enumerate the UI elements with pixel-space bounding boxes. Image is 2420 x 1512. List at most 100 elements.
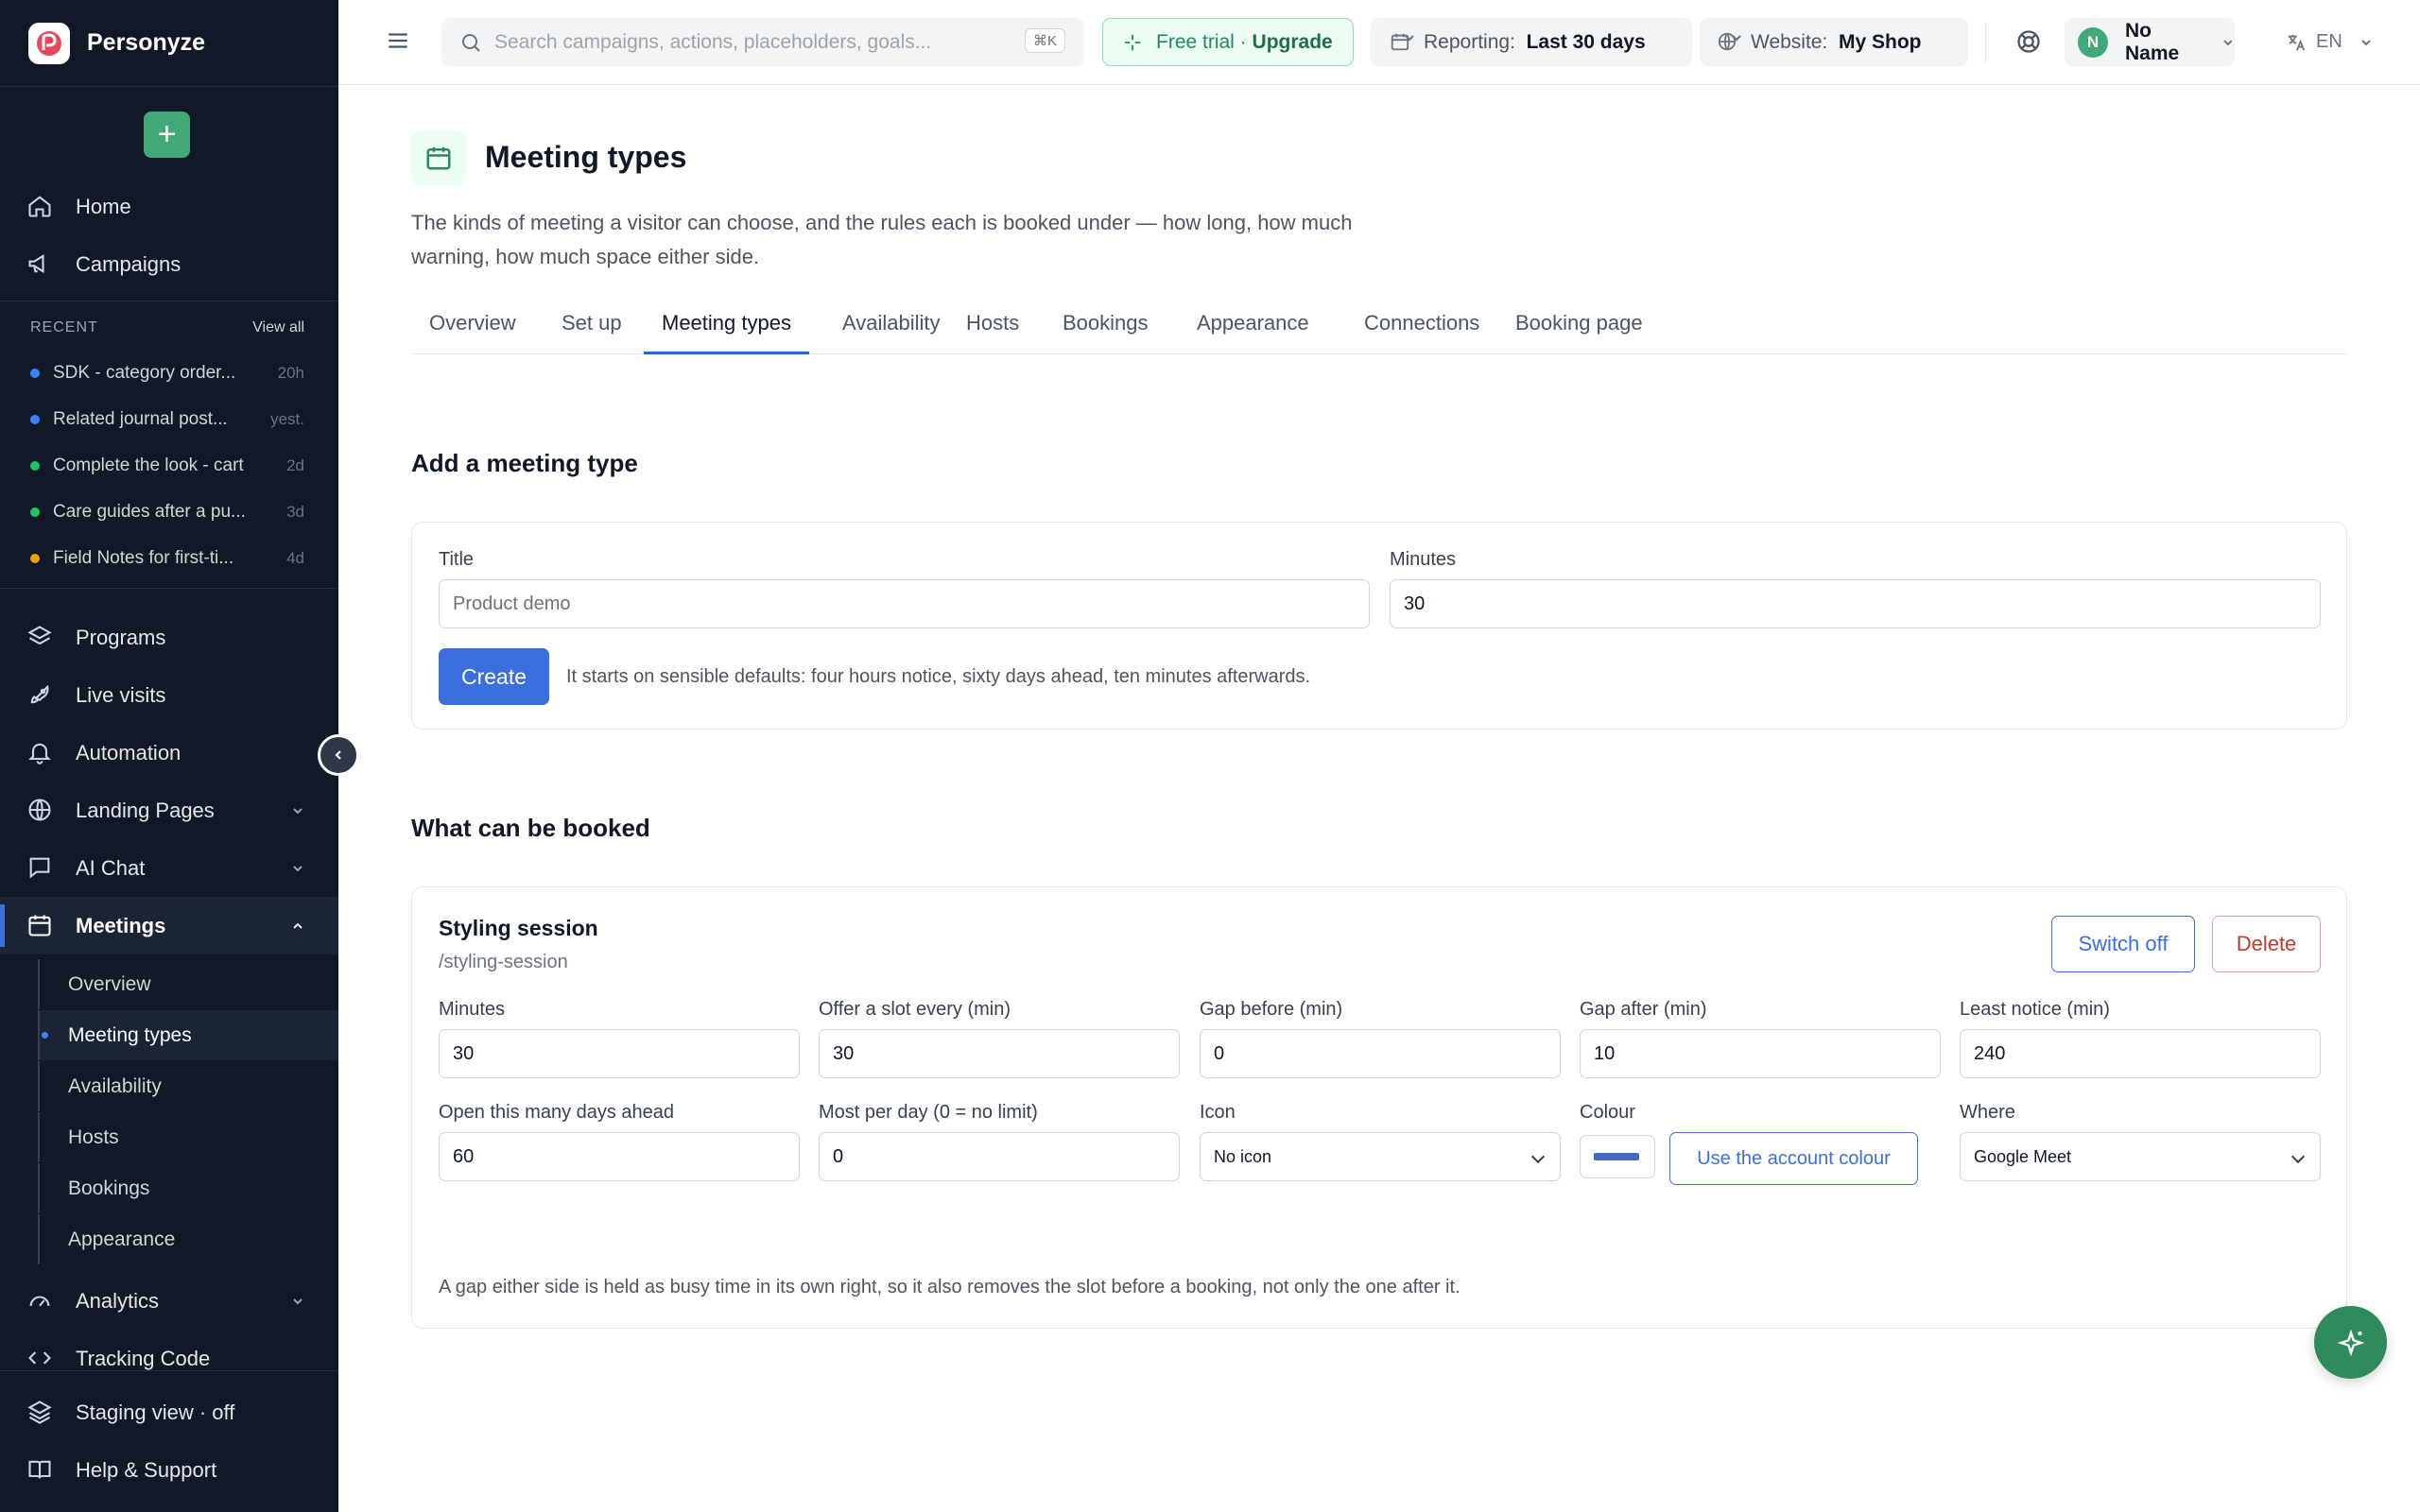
tab-appearance[interactable]: Appearance (1179, 305, 1327, 354)
sidebar-subitem-meeting-types[interactable]: Meeting types (38, 1010, 338, 1060)
view-all-link[interactable]: View all (252, 319, 304, 336)
user-menu[interactable]: N No Name (2065, 18, 2235, 66)
menu-button[interactable] (386, 28, 410, 58)
tab-set-up[interactable]: Set up (544, 305, 640, 354)
collapse-sidebar-button[interactable] (318, 734, 359, 776)
nav-ai-chat[interactable]: AI Chat (0, 839, 338, 897)
nav-live-visits[interactable]: Live visits (0, 666, 338, 724)
status-dot (30, 507, 40, 517)
ai-assistant-button[interactable] (2314, 1306, 2387, 1379)
per-day-input[interactable]: 0 (819, 1132, 1180, 1181)
slot-interval-input[interactable]: 30 (819, 1029, 1180, 1078)
nav-staging-view[interactable]: Staging view · off (0, 1383, 338, 1441)
colour-label: Colour (1580, 1102, 1635, 1123)
recent-item-age: 4d (286, 548, 304, 567)
divider (1985, 23, 1986, 62)
nav-landing-pages-label: Landing Pages (76, 798, 215, 822)
gap-before-value: 0 (1214, 1042, 1225, 1064)
chevron-down-icon (2223, 39, 2233, 45)
gap-after-value: 10 (1594, 1042, 1616, 1064)
tab-connections[interactable]: Connections (1346, 305, 1497, 354)
tab-bar: Overview Set up Meeting types Availability H… (411, 305, 2347, 354)
minutes-input[interactable]: 30 (1390, 579, 2321, 628)
nav-campaigns[interactable]: Campaigns (0, 235, 338, 293)
delete-button[interactable]: Delete (2212, 916, 2321, 972)
nav-tracking-code[interactable]: Tracking Code (0, 1330, 338, 1387)
minutes-input[interactable]: 30 (439, 1029, 800, 1078)
tab-booking-page[interactable]: Booking page (1497, 305, 1661, 354)
recent-item[interactable]: Complete the look - cart 2d (30, 442, 304, 489)
tab-hosts[interactable]: Hosts (948, 305, 1037, 354)
tab-overview[interactable]: Overview (411, 305, 534, 354)
shortcut-badge: ⌘K (1024, 28, 1065, 53)
support-button[interactable] (2015, 28, 2042, 60)
nav-analytics[interactable]: Analytics (0, 1272, 338, 1330)
slot-interval-label: Offer a slot every (min) (819, 999, 1011, 1020)
tab-meeting-types[interactable]: Meeting types (644, 305, 809, 354)
page-icon (411, 130, 466, 185)
nav-help-support[interactable]: Help & Support (0, 1441, 338, 1499)
gap-note: A gap either side is held as busy time i… (439, 1277, 1461, 1297)
meeting-type-name: Styling session (439, 916, 598, 940)
sidebar-subitem-overview[interactable]: Overview (38, 959, 338, 1009)
title-input[interactable]: Product demo (439, 579, 1370, 628)
nav-meetings[interactable]: Meetings (0, 897, 338, 954)
calendar-icon (28, 915, 51, 936)
nav-analytics-label: Analytics (76, 1288, 160, 1313)
chevron-down-icon (293, 1298, 302, 1305)
colour-picker[interactable] (1580, 1135, 1655, 1178)
least-notice-value: 240 (1974, 1042, 2006, 1064)
use-account-colour-button[interactable]: Use the account colour (1669, 1132, 1918, 1185)
search-input[interactable]: Search campaigns, actions, placeholders,… (441, 18, 1084, 66)
sidebar-subitem-appearance[interactable]: Appearance (38, 1214, 338, 1264)
recent-item-age: yest. (270, 409, 304, 428)
status-dot (30, 553, 40, 563)
least-notice-label: Least notice (min) (1960, 999, 2110, 1020)
nav-landing-pages[interactable]: Landing Pages (0, 782, 338, 839)
recent-item[interactable]: Field Notes for first-ti... 4d (30, 535, 304, 581)
nav-home[interactable]: Home (0, 178, 338, 235)
reporting-range-dropdown[interactable]: Reporting: Last 30 days (1371, 18, 1692, 66)
brand[interactable]: Personyze (0, 0, 338, 87)
icon-select-value: No icon (1214, 1146, 1272, 1166)
create-button[interactable]: Create (439, 648, 549, 705)
tab-bookings[interactable]: Bookings (1045, 305, 1167, 354)
status-dot (30, 460, 40, 471)
minutes-value: 30 (453, 1042, 475, 1064)
website-dropdown[interactable]: Website: My Shop (1700, 18, 1968, 66)
chevron-down-icon (2361, 39, 2371, 45)
days-ahead-input[interactable]: 60 (439, 1132, 800, 1181)
tab-availability[interactable]: Availability (824, 305, 959, 354)
recent-item[interactable]: SDK - category order... 20h (30, 350, 304, 396)
recent-item[interactable]: Related journal post... yest. (30, 396, 304, 442)
icon-select[interactable]: No icon (1200, 1132, 1561, 1181)
create-new-button[interactable]: + (144, 112, 190, 158)
title-placeholder: Product demo (453, 593, 571, 614)
add-meeting-type-heading: Add a meeting type (411, 449, 638, 477)
nav-tracking-code-label: Tracking Code (76, 1346, 211, 1370)
chevron-down-icon (293, 866, 302, 872)
language-code: EN (2316, 31, 2342, 52)
home-icon (28, 196, 51, 217)
sidebar-subitem-bookings[interactable]: Bookings (38, 1163, 338, 1213)
gap-after-input[interactable]: 10 (1580, 1029, 1941, 1078)
layers-icon (27, 1400, 52, 1424)
least-notice-input[interactable]: 240 (1960, 1029, 2321, 1078)
language-selector[interactable]: EN (2274, 18, 2378, 66)
where-select[interactable]: Google Meet (1960, 1132, 2321, 1181)
code-icon (28, 1351, 51, 1365)
search-icon (462, 34, 480, 52)
book-icon (28, 1460, 51, 1479)
sparkle-icon (2337, 1329, 2364, 1356)
switch-off-button[interactable]: Switch off (2051, 916, 2195, 972)
gap-before-input[interactable]: 0 (1200, 1029, 1561, 1078)
nav-automation[interactable]: Automation (0, 724, 338, 782)
recent-title: RECENT (30, 319, 98, 335)
sidebar-subitem-hosts[interactable]: Hosts (38, 1112, 338, 1162)
days-ahead-label: Open this many days ahead (439, 1102, 675, 1123)
recent-item[interactable]: Care guides after a pu... 3d (30, 489, 304, 535)
sidebar-subitem-availability[interactable]: Availability (38, 1061, 338, 1111)
nav-programs[interactable]: Programs (0, 609, 338, 666)
free-trial-upgrade-button[interactable]: Free trial · Upgrade (1102, 18, 1354, 66)
recent-item-age: 20h (277, 363, 304, 382)
